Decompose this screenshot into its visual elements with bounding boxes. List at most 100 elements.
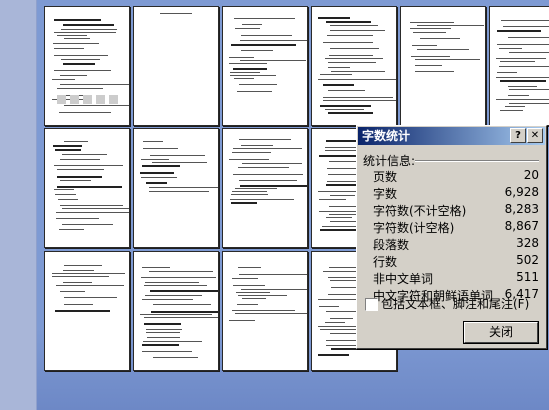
text-line	[231, 202, 257, 204]
text-line	[160, 13, 192, 14]
text-line	[326, 217, 352, 218]
text-line	[56, 218, 99, 219]
text-line	[146, 182, 167, 184]
text-line	[413, 32, 446, 33]
stat-value: 511	[516, 270, 539, 284]
text-line	[509, 52, 549, 53]
page-thumbnail[interactable]	[400, 6, 486, 126]
text-line	[55, 310, 110, 312]
text-line	[142, 351, 192, 352]
text-line	[496, 77, 549, 78]
page-thumbnail[interactable]	[222, 6, 308, 126]
text-line	[500, 80, 546, 82]
text-line	[150, 290, 218, 292]
text-line	[52, 276, 109, 277]
text-line	[54, 32, 116, 33]
page-thumbnail[interactable]	[133, 6, 219, 126]
stat-label: 字符数(计空格)	[373, 221, 455, 235]
text-line	[328, 67, 350, 68]
text-line	[52, 79, 75, 80]
page-thumbnail[interactable]	[489, 6, 549, 126]
text-line	[496, 58, 546, 59]
page-thumbnail[interactable]	[311, 6, 397, 126]
text-line	[411, 56, 450, 57]
text-line	[60, 159, 100, 160]
text-line	[233, 148, 302, 149]
text-line	[331, 71, 385, 72]
text-line	[239, 139, 291, 140]
text-line	[63, 270, 94, 271]
text-line	[322, 226, 360, 227]
text-line	[325, 109, 364, 110]
text-line	[56, 285, 124, 286]
text-line	[229, 159, 269, 160]
text-line	[239, 274, 307, 275]
stat-value: 502	[516, 253, 539, 267]
text-line	[60, 180, 91, 181]
text-line	[410, 28, 451, 29]
text-line	[323, 42, 373, 43]
text-line	[145, 282, 199, 283]
page-thumbnail[interactable]	[44, 251, 130, 371]
dialog-title: 字数统计	[362, 129, 411, 143]
text-line	[56, 212, 129, 213]
text-line	[145, 295, 202, 296]
text-line	[54, 48, 84, 49]
text-line	[327, 35, 373, 36]
text-line	[234, 18, 295, 19]
statistics-label: 统计信息:	[363, 154, 416, 168]
text-line	[63, 282, 92, 283]
text-line	[141, 159, 169, 160]
text-line	[320, 74, 352, 75]
text-line	[326, 311, 356, 312]
text-line	[63, 24, 114, 26]
text-line	[57, 88, 103, 89]
text-line	[61, 29, 117, 30]
text-line	[231, 194, 268, 195]
stat-value: 8,283	[504, 202, 539, 216]
stat-label: 字数	[373, 187, 398, 201]
close-icon[interactable]: ✕	[527, 128, 543, 143]
text-line	[236, 292, 270, 293]
text-line	[61, 59, 100, 60]
text-line	[329, 55, 373, 56]
text-line	[54, 55, 108, 56]
text-line	[237, 304, 258, 305]
include-textboxes-label[interactable]: 包括文本框、脚注和尾注(F)	[381, 295, 529, 312]
page-thumbnail[interactable]	[133, 251, 219, 371]
page-thumbnail[interactable]	[222, 251, 308, 371]
text-line	[143, 148, 178, 149]
close-button[interactable]: 关闭	[463, 321, 539, 344]
text-line	[330, 318, 353, 319]
help-button[interactable]: ?	[510, 128, 526, 143]
text-line	[318, 354, 349, 356]
text-line	[53, 145, 82, 147]
text-line	[497, 72, 517, 73]
text-line	[57, 176, 102, 178]
text-line	[57, 186, 122, 188]
text-line	[54, 19, 101, 21]
text-line	[241, 35, 292, 36]
text-line	[328, 62, 376, 63]
text-line	[59, 229, 84, 230]
text-line	[55, 149, 81, 151]
text-line	[57, 169, 104, 170]
text-line	[153, 304, 211, 305]
text-line	[62, 224, 113, 225]
page-thumbnail[interactable]	[44, 6, 130, 126]
text-line	[328, 90, 365, 91]
include-textboxes-checkbox[interactable]	[365, 298, 378, 311]
text-line	[328, 112, 373, 114]
page-thumbnail[interactable]	[222, 128, 308, 248]
text-line	[149, 187, 218, 188]
text-line	[415, 59, 480, 60]
text-line	[54, 189, 74, 190]
page-thumbnail[interactable]	[44, 128, 130, 248]
text-line	[241, 145, 273, 146]
stat-row: 行数 502	[373, 253, 539, 270]
stat-row: 字符数(计空格) 8,867	[373, 219, 539, 236]
page-thumbnail[interactable]	[133, 128, 219, 248]
text-line	[152, 162, 207, 163]
text-line	[64, 141, 88, 142]
text-line	[57, 35, 87, 36]
